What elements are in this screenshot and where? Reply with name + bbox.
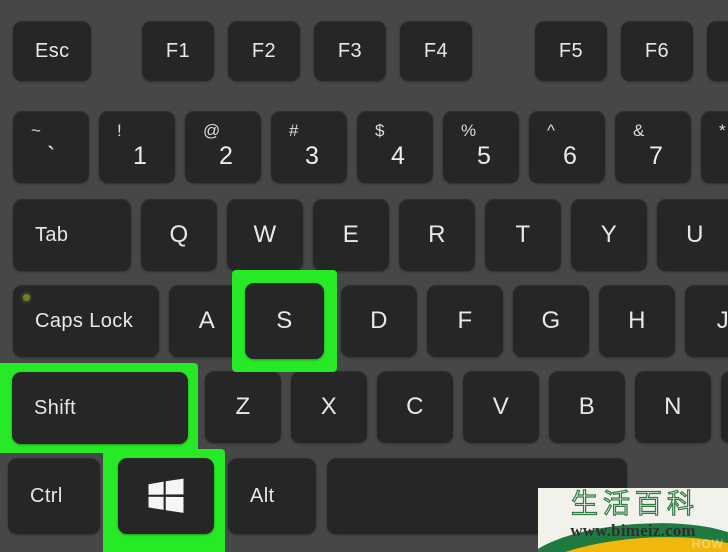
key-legend-bottom: 5 xyxy=(477,142,491,170)
key-f2[interactable]: F2 xyxy=(228,21,300,81)
key-label: Shift xyxy=(34,397,77,419)
key-caps-lock[interactable]: Caps Lock xyxy=(13,285,159,357)
key-label: R xyxy=(428,221,446,248)
key-label: W xyxy=(253,221,277,248)
key-label: Z xyxy=(235,393,251,420)
key-label: F xyxy=(457,307,473,334)
key-f1[interactable]: F1 xyxy=(142,21,214,81)
key-label: Esc xyxy=(35,40,70,62)
key-legend-top: @ xyxy=(203,121,221,140)
key-windows[interactable] xyxy=(118,458,214,534)
key-n[interactable]: N xyxy=(635,371,711,443)
key-legend-bottom: 2 xyxy=(219,142,233,170)
key-f6[interactable]: F6 xyxy=(621,21,693,81)
key-e[interactable]: E xyxy=(313,199,389,271)
key-tab[interactable]: Tab xyxy=(13,199,131,271)
key-label: H xyxy=(628,307,646,334)
key-label: Y xyxy=(600,221,618,248)
key-label: F3 xyxy=(337,40,363,62)
key-label: N xyxy=(664,393,682,420)
key-label: D xyxy=(370,307,388,334)
key-legend-top: ! xyxy=(117,121,122,140)
key-label: Q xyxy=(169,221,189,248)
key-u[interactable]: U xyxy=(657,199,728,271)
key-d[interactable]: D xyxy=(341,285,417,357)
key-f7[interactable]: F7 xyxy=(707,21,728,81)
key-label: T xyxy=(515,221,531,248)
key-legend-top: % xyxy=(461,121,477,140)
key-b[interactable]: B xyxy=(549,371,625,443)
key-label: Caps Lock xyxy=(35,310,134,332)
key-w[interactable]: W xyxy=(227,199,303,271)
key-r[interactable]: R xyxy=(399,199,475,271)
key-s[interactable]: S xyxy=(245,283,324,359)
key-y[interactable]: Y xyxy=(571,199,647,271)
key-x[interactable]: X xyxy=(291,371,367,443)
key-label: F1 xyxy=(165,40,191,62)
key-8[interactable]: * 8 xyxy=(701,111,728,183)
key-label: Ctrl xyxy=(30,485,63,507)
key-3[interactable]: # 3 xyxy=(271,111,347,183)
key-legend-bottom: 7 xyxy=(649,142,663,170)
key-label: C xyxy=(406,393,424,420)
key-label: A xyxy=(198,307,216,334)
watermark-chinese-title: 生活百科 xyxy=(570,489,699,520)
key-label: U xyxy=(686,221,704,248)
key-f3[interactable]: F3 xyxy=(314,21,386,81)
key-label: F5 xyxy=(558,40,584,62)
key-z[interactable]: Z xyxy=(205,371,281,443)
key-legend-top: ^ xyxy=(547,121,555,140)
key-label: E xyxy=(342,221,360,248)
key-2[interactable]: @ 2 xyxy=(185,111,261,183)
watermark-ghost-text: HOW xyxy=(691,537,724,551)
key-4[interactable]: $ 4 xyxy=(357,111,433,183)
key-backtick[interactable]: ~ ` xyxy=(13,111,89,183)
key-legend-top: # xyxy=(289,121,299,140)
key-j[interactable]: J xyxy=(685,285,728,357)
keyboard-screenshot: Esc F1 F2 F3 F4 F5 F6 F7 ~ ` ! 1 @ 2 # 3… xyxy=(0,0,728,552)
key-f[interactable]: F xyxy=(427,285,503,357)
key-esc[interactable]: Esc xyxy=(13,21,91,81)
key-label: X xyxy=(320,393,338,420)
key-label: G xyxy=(541,307,561,334)
windows-logo-icon xyxy=(147,478,185,514)
key-legend-top: & xyxy=(633,121,645,140)
key-legend-top: ~ xyxy=(31,121,41,140)
key-label: B xyxy=(578,393,596,420)
key-v[interactable]: V xyxy=(463,371,539,443)
key-g[interactable]: G xyxy=(513,285,589,357)
key-legend-bottom: 6 xyxy=(563,142,577,170)
key-label: F4 xyxy=(423,40,449,62)
key-legend-top: $ xyxy=(375,121,385,140)
key-left-shift[interactable]: Shift xyxy=(12,372,188,444)
key-left-ctrl[interactable]: Ctrl xyxy=(8,458,100,534)
key-label: Alt xyxy=(250,485,275,507)
key-6[interactable]: ^ 6 xyxy=(529,111,605,183)
key-legend-top: * xyxy=(719,121,726,140)
key-legend-bottom: 4 xyxy=(391,142,405,170)
watermark: 生活百科 www.bimeiz.com HOW xyxy=(538,488,728,552)
key-left-alt[interactable]: Alt xyxy=(228,458,316,534)
key-c[interactable]: C xyxy=(377,371,453,443)
key-5[interactable]: % 5 xyxy=(443,111,519,183)
key-f5[interactable]: F5 xyxy=(535,21,607,81)
key-t[interactable]: T xyxy=(485,199,561,271)
caps-lock-led-icon xyxy=(23,294,30,301)
key-f4[interactable]: F4 xyxy=(400,21,472,81)
key-label: V xyxy=(492,393,510,420)
key-label: F6 xyxy=(644,40,670,62)
key-label: S xyxy=(276,307,293,334)
key-label: J xyxy=(716,307,728,334)
key-label: Tab xyxy=(35,224,69,246)
key-7[interactable]: & 7 xyxy=(615,111,691,183)
key-m[interactable]: M xyxy=(721,371,728,443)
key-h[interactable]: H xyxy=(599,285,675,357)
key-legend-bottom: 3 xyxy=(305,142,319,170)
key-q[interactable]: Q xyxy=(141,199,217,271)
key-legend-bottom: ` xyxy=(47,142,56,170)
key-1[interactable]: ! 1 xyxy=(99,111,175,183)
key-legend-bottom: 1 xyxy=(133,142,147,170)
key-label: F2 xyxy=(251,40,277,62)
